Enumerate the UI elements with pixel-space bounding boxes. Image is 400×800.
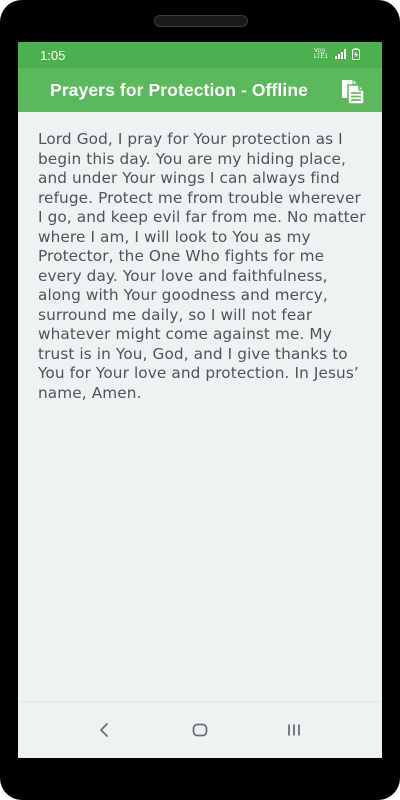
back-button[interactable] [93,718,117,742]
screen: 1:05 Vo)) LTE1 Prayers for Protection - … [18,42,382,758]
status-icons: Vo)) LTE1 [314,48,360,60]
copy-button[interactable] [338,76,368,106]
status-bar: 1:05 Vo)) LTE1 [18,42,382,68]
home-button[interactable] [188,718,212,742]
app-bar: Prayers for Protection - Offline [18,68,382,112]
recents-button[interactable] [282,718,306,742]
copy-icon [342,80,365,105]
speaker-grille [154,15,248,27]
prayer-text: Lord God, I pray for Your protection as … [38,130,366,402]
status-time: 1:05 [40,48,66,63]
home-icon [192,723,208,737]
back-icon [100,723,108,737]
battery-charging-icon [352,48,360,60]
phone-frame: 1:05 Vo)) LTE1 Prayers for Protection - … [0,0,400,800]
recents-icon [288,724,300,736]
page-title: Prayers for Protection - Offline [50,80,308,100]
signal-icon [335,49,346,59]
navigation-bar [18,701,382,758]
volte-indicator: Vo)) LTE1 [314,48,328,60]
